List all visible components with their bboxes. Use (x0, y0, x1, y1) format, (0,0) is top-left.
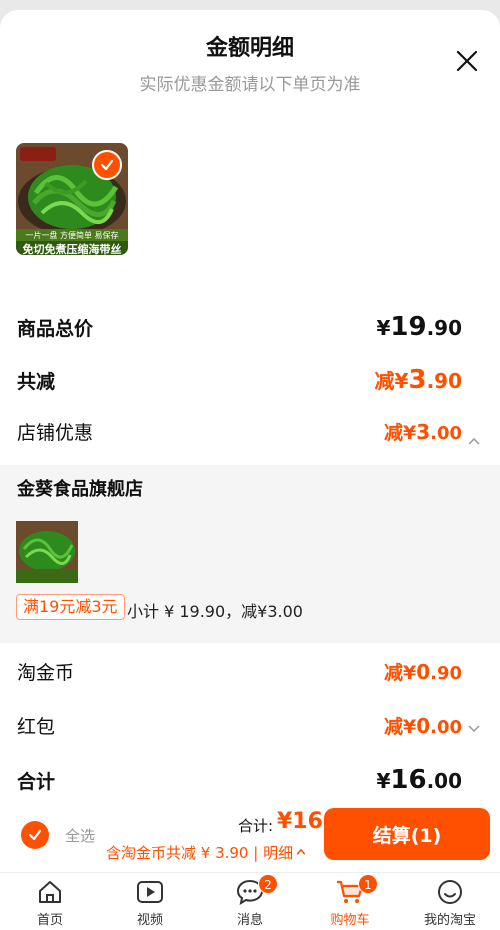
row-redpacket[interactable]: 红包 减¥0.00 (17, 712, 462, 739)
row-goods-total: 商品总价 ¥19.90 (17, 312, 462, 342)
shop-subtotal: 小计 ¥ 19.90，减¥3.00 (127, 602, 303, 621)
page-title: 金额明细 (205, 36, 294, 61)
row-taojinbi: 淘金币 减¥0.90 (17, 658, 462, 685)
tab-messages[interactable]: 消息 2 (200, 873, 300, 930)
row-shop-discount[interactable]: 店铺优惠 减¥3.00 (17, 418, 462, 445)
chevron-down-icon[interactable] (466, 720, 482, 736)
goods-total-label: 商品总价 (17, 318, 94, 340)
select-all-checkbox[interactable] (21, 821, 49, 849)
bottom-total-label: 合计: (238, 817, 274, 835)
cart-badge: 1 (358, 874, 378, 894)
chevron-up-icon (296, 848, 306, 855)
close-button[interactable] (450, 44, 484, 78)
checkout-button[interactable]: 结算(1) (324, 808, 490, 860)
check-icon (100, 159, 114, 171)
savings-detail-link[interactable]: 含淘金币共减 ¥ 3.90 | 明细 (106, 842, 307, 863)
seaweed-small-image (16, 521, 78, 583)
check-icon (28, 829, 42, 841)
sum-value: ¥16.00 (376, 765, 462, 795)
profile-icon (438, 880, 462, 904)
row-sum: 合计 ¥16.00 (17, 765, 462, 795)
home-icon (39, 881, 61, 903)
redpacket-label: 红包 (17, 716, 56, 738)
product-caption: 免切免煮压缩海带丝 (22, 243, 122, 255)
shop-discount-value: 减¥3.00 (383, 420, 462, 444)
page-subtitle: 实际优惠金额请以下单页为准 (139, 75, 361, 95)
messages-badge: 2 (258, 874, 278, 894)
chevron-up-icon[interactable] (466, 434, 482, 450)
row-total-reduce: 共减 减¥3.90 (17, 365, 462, 395)
shop-discount-panel: 金葵食品旗舰店 满19元减3元 小计 ¥ 19.90，减¥3.00 (0, 465, 500, 643)
video-icon (137, 881, 163, 903)
goods-total-value: ¥19.90 (376, 312, 462, 342)
taojinbi-value: 减¥0.90 (383, 660, 462, 684)
bottom-tabbar: 首页 视频 消息 2 购物车 1 我的淘宝 (0, 872, 500, 930)
bottom-total-value: ¥16 (277, 809, 323, 834)
tab-video[interactable]: 视频 (100, 873, 200, 930)
taojinbi-label: 淘金币 (17, 662, 75, 684)
sheet-header: 金额明细 实际优惠金额请以下单页为准 (0, 30, 500, 95)
shop-product-thumbnail (16, 521, 78, 583)
shop-name: 金葵食品旗舰店 (17, 479, 143, 500)
checkout-bar: 全选 合计: ¥16 含淘金币共减 ¥ 3.90 | 明细 结算(1) (0, 805, 500, 872)
sum-label: 合计 (17, 771, 56, 793)
close-icon (456, 50, 478, 72)
total-reduce-label: 共减 (17, 371, 56, 393)
tab-home[interactable]: 首页 (0, 873, 100, 930)
promo-tag: 满19元减3元 (16, 594, 125, 620)
redpacket-value: 减¥0.00 (383, 714, 462, 738)
product-caption-top: 一片一盘 方便简单 易保存 (25, 231, 119, 240)
tab-cart[interactable]: 购物车 1 (300, 873, 400, 930)
select-all-label[interactable]: 全选 (65, 825, 95, 846)
total-reduce-value: 减¥3.90 (374, 365, 462, 395)
tab-my-taobao[interactable]: 我的淘宝 (400, 873, 500, 930)
amount-detail-sheet: 金额明细 实际优惠金额请以下单页为准 一片一盘 方便简单 易保存 免切免煮压缩海… (0, 10, 500, 805)
product-selected-check[interactable] (92, 150, 122, 180)
shop-discount-label: 店铺优惠 (17, 422, 94, 444)
